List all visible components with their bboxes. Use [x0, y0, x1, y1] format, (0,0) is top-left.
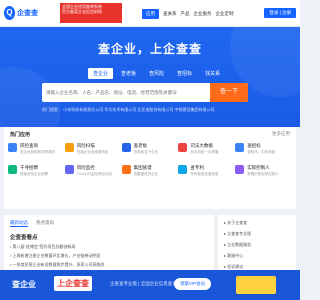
badge-line: 官方备案企业征信机构: [62, 9, 102, 14]
login-button[interactable]: 登录 | 注册: [264, 8, 296, 18]
search-button[interactable]: 查一下: [210, 83, 248, 102]
official-badge: 全国企业信用查询系统 官方备案企业征信机构: [60, 3, 122, 23]
tab-risk[interactable]: 查风险: [144, 68, 169, 79]
feature-item[interactable]: 风险监控 7*24小时监控风险动态: [64, 165, 122, 181]
feature-icon: [64, 165, 74, 174]
feature-name: 实际控制人: [247, 165, 270, 170]
feature-desc: 穿透识别实际控制人: [247, 172, 279, 176]
banner-vip-button[interactable]: 领取VIP会员: [174, 278, 212, 290]
feature-desc: 查老板名下企业: [133, 150, 159, 154]
banner-subtext: 企查查专业版 | 全国企业信息查询: [110, 281, 177, 286]
news-item[interactable]: • 第八届"进博会"签约项目总额创新高: [10, 244, 206, 250]
feature-desc: 司法风险一手掌握: [190, 150, 219, 154]
side-link[interactable]: ▸ 客服中心: [224, 253, 290, 259]
feature-desc: 快速查找企业招聘: [20, 172, 48, 176]
feature-item[interactable]: 查老板查老板名下企业: [121, 143, 179, 159]
feature-item[interactable]: 司法大数据司法风险一手掌握: [178, 143, 235, 159]
feature-name: 千寻招聘: [20, 165, 38, 170]
feature-desc: 扫描企业全维度风险: [76, 150, 109, 154]
nav-apps[interactable]: 应用: [142, 8, 159, 19]
side-link[interactable]: ▸ 企查查专业版: [224, 231, 290, 237]
search-tabs: 查企业 查老板 查风险 查招标 找关系: [88, 68, 225, 79]
feature-desc: 查标讯、中标信息: [247, 150, 276, 154]
feature-name: 风险扫描: [76, 143, 95, 148]
banner-gift-image: [236, 276, 276, 294]
logo-text: 企查查: [17, 10, 38, 17]
side-link[interactable]: ▸ 企业数据服务: [224, 242, 290, 248]
feature-item[interactable]: 查招标查标讯、中标信息: [235, 143, 292, 159]
feature-item[interactable]: 集团族谱查集团成员企业: [121, 165, 179, 181]
side-link[interactable]: ▸ 关于企查查: [224, 220, 290, 226]
feature-item[interactable]: 查专利专利信息全面检索: [178, 165, 235, 181]
tab-hot[interactable]: 热点资讯: [36, 220, 54, 227]
banner-highlight: 上企查查: [54, 276, 92, 291]
hero-slogan: 查企业，上企查查: [97, 42, 202, 56]
bottom-banner[interactable]: 查企业 上企查查 企查查专业版 | 全国企业信息查询 领取VIP会员: [0, 270, 300, 300]
feature-icon: [235, 143, 245, 152]
search-input[interactable]: [42, 83, 216, 102]
hot-apps-title: 热门应用: [10, 132, 31, 138]
feature-icon: [178, 165, 188, 174]
more-apps-link[interactable]: 更多应用: [272, 131, 290, 137]
nav-products[interactable]: 产品: [181, 11, 190, 17]
news-item[interactable]: • 上周新增注册企业数量环比增长，产业链带动明显: [10, 253, 206, 259]
banner-text: 查企业: [12, 280, 36, 289]
top-nav: 应用 查关系 产品 企业服务 企业定制: [142, 0, 234, 27]
feature-desc: 专利信息全面检索: [190, 172, 219, 176]
nav-custom[interactable]: 企业定制: [216, 11, 234, 17]
news-item[interactable]: • 一季度民营企业新设数量稳步提升，多家公司获融资: [10, 262, 206, 268]
feature-icon: [235, 165, 245, 174]
feature-icon: [121, 165, 131, 174]
logo[interactable]: Q 企查查: [4, 4, 38, 22]
feature-icon: [8, 165, 17, 174]
tab-relation[interactable]: 找关系: [200, 68, 225, 79]
feature-desc: 查企业风险和关联风险: [20, 150, 55, 154]
feature-icon: [8, 143, 17, 152]
logo-icon: Q: [4, 6, 15, 20]
feature-grid: 风险查询 查企业风险和关联风险 风险扫描 扫描企业全维度风险 查老板 查老板名下企业 司法大…: [8, 143, 292, 181]
feature-desc: 查集团成员企业: [133, 172, 159, 176]
feature-name: 风险监控: [76, 165, 95, 170]
feature-icon: [64, 143, 74, 152]
hot-searches[interactable]: 热门搜索： 小米科技有限责任公司 华为技术有限公司 比亚迪股份有限公司 中铁建设…: [42, 107, 262, 113]
nav-services[interactable]: 企业服务: [194, 11, 212, 17]
tab-company[interactable]: 查企业: [88, 68, 114, 79]
search-box: 查一下: [42, 83, 248, 102]
news-title: 企查查看点: [10, 235, 38, 241]
hot-apps-card: 热门应用 更多应用 风险查询 查企业风险和关联风险 风险扫描 扫描企业全维度风险 查老板…: [4, 127, 296, 209]
tab-boss[interactable]: 查老板: [116, 68, 141, 79]
top-bar: Q 企查查 全国企业信用查询系统 官方备案企业征信机构 应用 查关系 产品 企业…: [0, 0, 300, 27]
feature-name: 集团族谱: [133, 165, 152, 170]
feature-desc: 7*24小时监控风险动态: [76, 172, 112, 176]
feature-item[interactable]: 实际控制人穿透识别实际控制人: [235, 165, 292, 181]
feature-name: 查专利: [190, 165, 204, 170]
feature-name: 查老板: [133, 143, 148, 148]
feature-icon: [121, 143, 131, 152]
tab-latest[interactable]: 最新动态: [10, 220, 28, 227]
feature-item[interactable]: 风险查询查企业风险和关联风险: [8, 143, 65, 159]
news-tabs: 最新动态 热点资讯: [10, 220, 54, 227]
tab-bidding[interactable]: 查招标: [172, 68, 197, 79]
hero-section: 查企业，上企查查 查企业 查老板 查风险 查招标 找关系 查一下 热门搜索： 小…: [0, 27, 300, 127]
feature-name: 司法大数据: [190, 143, 213, 148]
feature-item[interactable]: 千寻招聘快速查找企业招聘: [8, 165, 65, 181]
feature-item[interactable]: 风险扫描扫描企业全维度风险: [64, 143, 122, 159]
feature-icon: [178, 143, 188, 152]
feature-name: 查招标: [247, 143, 261, 148]
nav-relation[interactable]: 查关系: [163, 11, 177, 17]
news-list: 企查查看点 • 第八届"进博会"签约项目总额创新高 • 上周新增注册企业数量环比…: [10, 233, 206, 271]
feature-name: 风险查询: [20, 143, 38, 148]
